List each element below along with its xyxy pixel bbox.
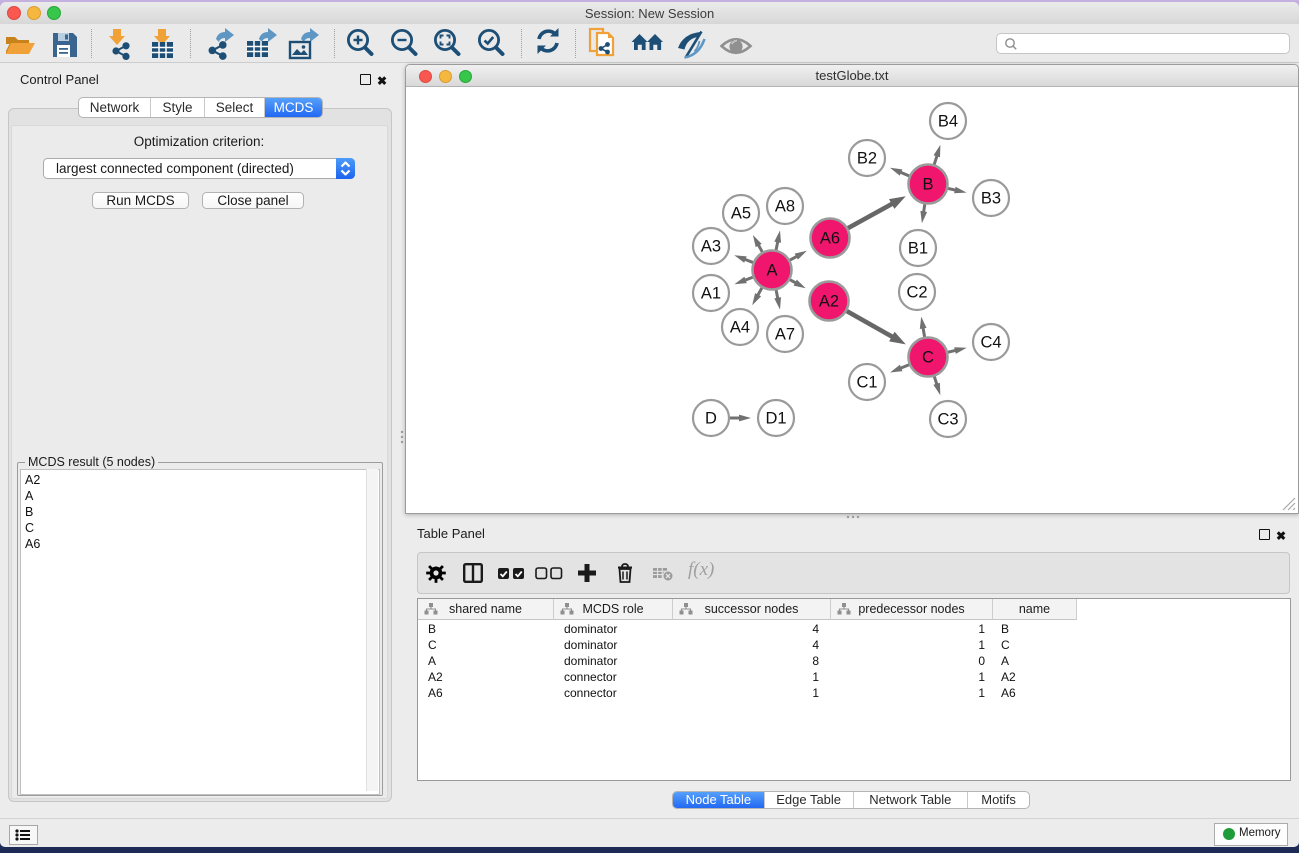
svg-text:A5: A5 [731,205,751,223]
svg-text:B: B [922,176,933,194]
svg-text:D1: D1 [765,410,786,428]
svg-text:D: D [705,410,717,428]
svg-text:A4: A4 [730,319,750,337]
svg-text:B2: B2 [857,150,877,168]
svg-text:A7: A7 [775,326,795,344]
svg-text:C3: C3 [937,411,958,429]
svg-text:A2: A2 [819,293,839,311]
svg-text:A6: A6 [820,230,840,248]
svg-text:B4: B4 [938,113,958,131]
svg-text:A1: A1 [701,285,721,303]
svg-text:B3: B3 [981,190,1001,208]
svg-text:A3: A3 [701,238,721,256]
svg-text:B1: B1 [908,240,928,258]
svg-text:C1: C1 [856,374,877,392]
svg-text:A: A [766,262,777,280]
svg-text:C4: C4 [980,334,1001,352]
svg-text:A8: A8 [775,198,795,216]
svg-text:C2: C2 [906,284,927,302]
svg-text:C: C [922,349,934,367]
